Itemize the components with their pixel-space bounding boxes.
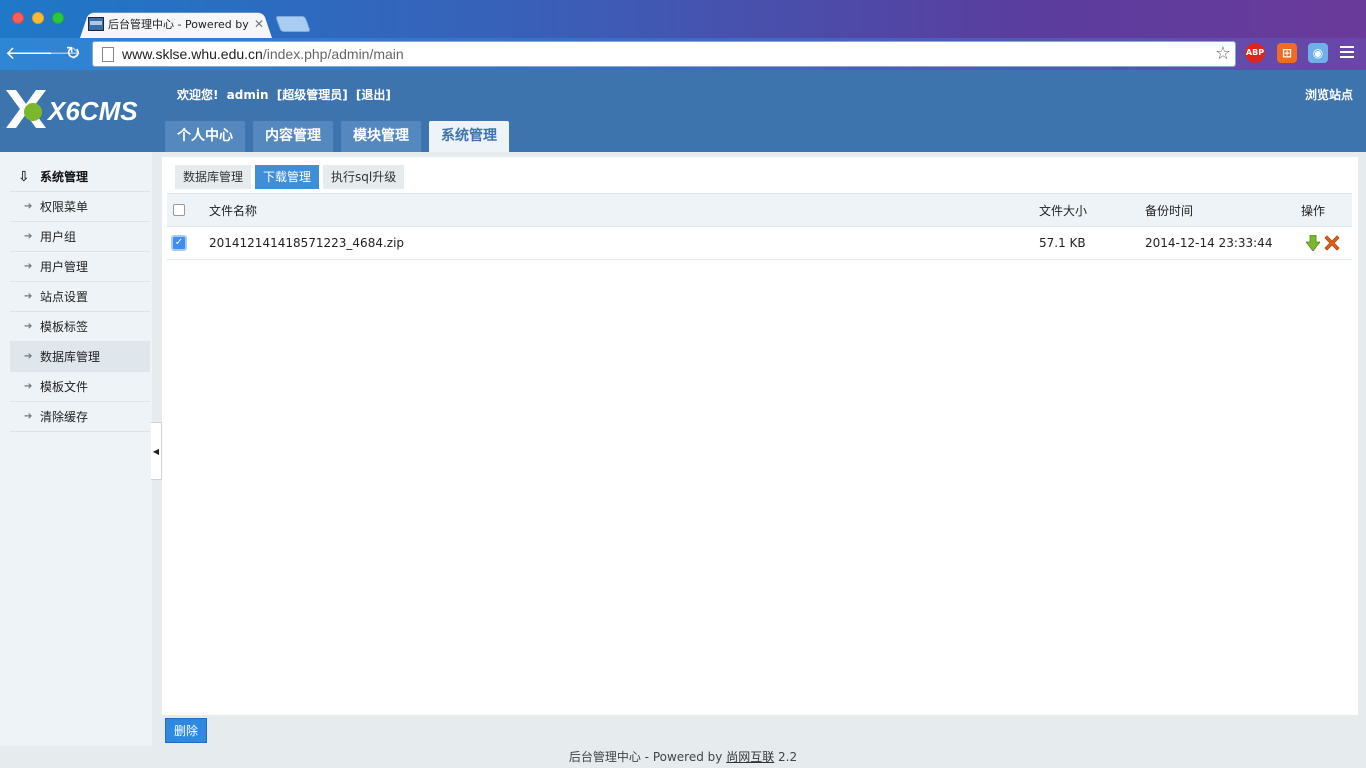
logo-mark-icon	[6, 90, 46, 128]
sidebar-item-site-settings[interactable]: ➔ 站点设置	[10, 282, 150, 312]
bullet-arrow-icon: ➔	[24, 351, 33, 362]
subtab-run-sql-upgrade[interactable]: 执行sql升级	[323, 165, 405, 189]
logo: X6CMS	[6, 88, 148, 132]
sidebar: ⇩ 系统管理 ➔ 权限菜单 ➔ 用户组 ➔ 用户管理 ➔ 站点设置 ➔ 模板标签 ➔ 数据库…	[0, 152, 152, 746]
footer-link[interactable]: 尚网互联	[726, 750, 774, 764]
down-arrow-icon: ⇩	[18, 168, 30, 185]
site-favicon-icon	[88, 17, 104, 31]
close-window-button[interactable]	[12, 12, 24, 24]
back-arrow-icon[interactable]: 🡐	[5, 42, 53, 66]
reload-icon[interactable]: ↻	[61, 42, 85, 66]
sidebar-collapse-handle[interactable]: ◀	[151, 422, 162, 480]
tab-system-management[interactable]: 系统管理	[429, 121, 509, 152]
tab-close-icon[interactable]: ✕	[254, 17, 264, 31]
bullet-arrow-icon: ➔	[24, 321, 33, 332]
column-header-time: 备份时间	[1145, 203, 1194, 218]
page-icon	[102, 46, 114, 62]
row-checkbox[interactable]: ✓	[171, 235, 187, 251]
backup-file-table: 文件名称 文件大小 备份时间 操作 ✓ 201412141418571223_4…	[167, 193, 1352, 260]
bullet-arrow-icon: ➔	[24, 291, 33, 302]
select-all-checkbox[interactable]	[173, 204, 185, 216]
bullet-arrow-icon: ➔	[24, 201, 33, 212]
sidebar-item-database-management[interactable]: ➔ 数据库管理	[10, 342, 150, 372]
table-row: ✓ 201412141418571223_4684.zip 57.1 KB 20…	[167, 227, 1352, 260]
sidebar-menu: ➔ 权限菜单 ➔ 用户组 ➔ 用户管理 ➔ 站点设置 ➔ 模板标签 ➔ 数据库管理 ➔ 模板文…	[10, 192, 150, 432]
table-header: 文件名称 文件大小 备份时间 操作	[167, 193, 1352, 227]
bullet-arrow-icon: ➔	[24, 231, 33, 242]
browser-tab-bar: 后台管理中心 - Powered by ✕	[0, 0, 1366, 38]
bullet-arrow-icon: ➔	[24, 411, 33, 422]
tab-personal-center[interactable]: 个人中心	[165, 121, 245, 152]
role-link[interactable]: [超级管理员]	[277, 88, 348, 102]
browser-tab-content[interactable]: 后台管理中心 - Powered by ✕	[88, 14, 268, 34]
camera-icon[interactable]: ◉	[1308, 43, 1328, 63]
tab-module-management[interactable]: 模块管理	[341, 121, 421, 152]
browser-tab-title: 后台管理中心 - Powered by	[108, 18, 249, 31]
delete-button[interactable]: 删除	[165, 718, 207, 743]
logout-link[interactable]: [退出]	[356, 88, 391, 102]
app-header: X6CMS 欢迎您! admin [超级管理员] [退出] 浏览站点 个人中心 …	[0, 70, 1366, 152]
bullet-arrow-icon: ➔	[24, 261, 33, 272]
sidebar-item-clear-cache[interactable]: ➔ 清除缓存	[10, 402, 150, 432]
sidebar-section-title[interactable]: ⇩ 系统管理	[10, 162, 150, 192]
sidebar-item-user-group[interactable]: ➔ 用户组	[10, 222, 150, 252]
bullet-arrow-icon: ➔	[24, 381, 33, 392]
adblock-icon[interactable]: ABP	[1245, 43, 1265, 63]
username: admin	[226, 88, 269, 102]
backup-time: 2014-12-14 23:33:44	[1145, 236, 1273, 250]
column-header-name: 文件名称	[209, 203, 258, 218]
minimize-window-button[interactable]	[32, 12, 44, 24]
sidebar-item-template-files[interactable]: ➔ 模板文件	[10, 372, 150, 402]
bookmark-star-icon[interactable]: ☆	[1215, 44, 1231, 64]
browser-toolbar: 🡐 🡒 ↻ www.sklse.whu.edu.cn/index.php/adm…	[0, 38, 1366, 70]
forward-arrow-icon[interactable]: 🡒	[33, 42, 81, 66]
delete-x-icon[interactable]	[1324, 235, 1340, 251]
logo-text: X6CMS	[48, 96, 138, 126]
sidebar-item-user-management[interactable]: ➔ 用户管理	[10, 252, 150, 282]
maximize-window-button[interactable]	[52, 12, 64, 24]
main-nav-tabs: 个人中心 内容管理 模块管理 系统管理	[165, 121, 517, 152]
column-header-operation: 操作	[1301, 203, 1326, 218]
file-name: 201412141418571223_4684.zip	[209, 236, 405, 250]
file-size: 57.1 KB	[1039, 236, 1086, 250]
sub-tabs: 数据库管理 下载管理 执行sql升级	[175, 165, 408, 189]
browser-menu-icon[interactable]	[1340, 46, 1354, 60]
subtab-database-management[interactable]: 数据库管理	[175, 165, 252, 189]
welcome-bar: 欢迎您! admin [超级管理员] [退出]	[177, 86, 395, 103]
main-content: 数据库管理 下载管理 执行sql升级 文件名称 文件大小 备份时间 操作 ✓ 2…	[162, 157, 1358, 715]
url-text: www.sklse.whu.edu.cn/index.php/admin/mai…	[122, 46, 404, 62]
footer: 后台管理中心 - Powered by 尚网互联 2.2	[0, 746, 1366, 768]
footer-text: 后台管理中心 - Powered by	[568, 750, 723, 764]
new-tab-button[interactable]	[275, 16, 311, 32]
view-site-link[interactable]: 浏览站点	[1305, 86, 1353, 103]
extension-icon[interactable]: ⊞	[1277, 43, 1297, 63]
subtab-download-management[interactable]: 下载管理	[255, 165, 320, 189]
sidebar-item-permission-menu[interactable]: ➔ 权限菜单	[10, 192, 150, 222]
welcome-text: 欢迎您!	[177, 88, 219, 102]
sidebar-title-label: 系统管理	[40, 170, 89, 184]
row-actions	[1306, 235, 1340, 251]
download-icon[interactable]	[1306, 235, 1320, 251]
column-header-size: 文件大小	[1039, 203, 1088, 218]
address-bar[interactable]: www.sklse.whu.edu.cn/index.php/admin/mai…	[92, 41, 1236, 67]
tab-content-management[interactable]: 内容管理	[253, 121, 333, 152]
sidebar-item-template-tags[interactable]: ➔ 模板标签	[10, 312, 150, 342]
footer-version: 2.2	[778, 750, 798, 764]
